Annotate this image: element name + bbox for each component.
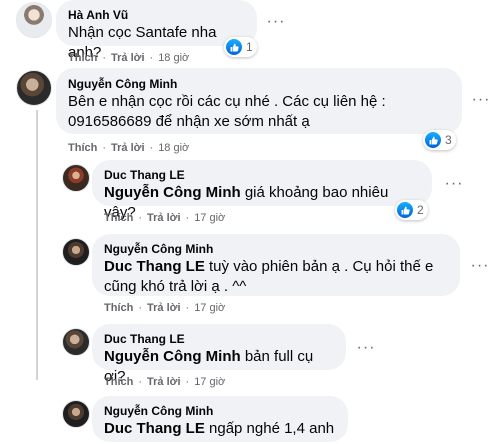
avatar[interactable] — [62, 164, 90, 192]
mention-link[interactable]: Duc Thang LE — [104, 258, 205, 275]
separator: · — [102, 52, 107, 64]
reaction-count[interactable]: 2 — [395, 200, 428, 220]
more-options-icon[interactable]: ··· — [352, 334, 380, 362]
avatar[interactable] — [62, 400, 90, 428]
separator: · — [138, 376, 143, 388]
avatar[interactable] — [16, 70, 52, 106]
separator: · — [138, 212, 143, 224]
reaction-number: 1 — [246, 40, 253, 54]
reaction-count[interactable]: 3 — [423, 130, 456, 150]
more-options-icon[interactable]: ··· — [467, 86, 495, 114]
reply-actions: Thích · Trả lời · 17 giờ — [104, 302, 225, 314]
reply-text-line: Duc Thang LE tuỳ vào phiên bản ạ . Cụ hỏ… — [104, 257, 448, 277]
reply-button[interactable]: Trả lời — [111, 142, 145, 154]
reply-bubble: Nguyễn Công Minh Duc Thang LE tuỳ vào ph… — [92, 234, 460, 296]
reply-text-line: cũng khó trả lời ạ . ^^ — [104, 278, 247, 295]
reply-bubble: Duc Thang LE Nguyễn Công Minh giá khoảng… — [92, 160, 432, 221]
more-options-icon[interactable]: ··· — [262, 8, 290, 36]
reply-button[interactable]: Trả lời — [111, 52, 145, 64]
comment-author[interactable]: Nguyễn Công Minh — [68, 76, 450, 92]
comment-bubble: Nguyễn Công Minh Bên e nhận cọc rồi các … — [56, 68, 462, 134]
reply-body: tuỳ vào phiên bản ạ . Cụ hỏi thế e — [209, 258, 434, 275]
like-button[interactable]: Thích — [68, 142, 97, 154]
mention-link[interactable]: Duc Thang LE — [104, 420, 205, 437]
reply-actions: Thích · Trả lời · 17 giờ — [104, 212, 225, 224]
reply-text: Duc Thang LE ngấp nghé 1,4 anh ạ — [104, 419, 336, 444]
reply-author[interactable]: Duc Thang LE — [104, 331, 334, 347]
comment-actions: Thích · Trả lời · 18 giờ — [68, 142, 189, 154]
timestamp[interactable]: 17 giờ — [194, 376, 225, 388]
reply-button[interactable]: Trả lời — [147, 302, 181, 314]
reaction-number: 2 — [417, 203, 424, 217]
like-reaction-icon — [425, 132, 441, 148]
separator: · — [102, 142, 107, 154]
separator: · — [185, 302, 190, 314]
comment-author[interactable]: Hà Anh Vũ — [68, 7, 245, 23]
timestamp[interactable]: 17 giờ — [194, 212, 225, 224]
like-reaction-icon — [397, 202, 413, 218]
reaction-number: 3 — [445, 133, 452, 147]
separator: · — [185, 212, 190, 224]
separator: · — [138, 302, 143, 314]
comment-actions: Thích · Trả lời · 18 giờ — [68, 52, 189, 64]
reply-bubble: Nguyễn Công Minh Duc Thang LE ngấp nghé … — [92, 396, 348, 444]
more-options-icon[interactable]: ··· — [440, 170, 468, 198]
reaction-count[interactable]: 1 — [224, 37, 257, 57]
avatar[interactable] — [62, 238, 90, 266]
reply-button[interactable]: Trả lời — [147, 376, 181, 388]
comment-text-line: Bên e nhận cọc rồi các cụ nhé . Các cụ l… — [68, 93, 386, 110]
more-options-icon[interactable]: ··· — [466, 252, 494, 280]
comment-text-line: 0916586689 để nhận xe sớm nhất ạ — [68, 113, 310, 130]
reply-author[interactable]: Duc Thang LE — [104, 167, 420, 183]
avatar[interactable] — [16, 2, 52, 38]
separator: · — [185, 376, 190, 388]
like-reaction-icon — [226, 39, 242, 55]
avatar[interactable] — [62, 328, 90, 356]
like-button[interactable]: Thích — [104, 212, 133, 224]
reply-author[interactable]: Nguyễn Công Minh — [104, 241, 448, 257]
timestamp[interactable]: 18 giờ — [158, 52, 189, 64]
mention-link[interactable]: Nguyễn Công Minh — [104, 348, 241, 365]
timestamp[interactable]: 17 giờ — [194, 302, 225, 314]
like-button[interactable]: Thích — [104, 376, 133, 388]
like-button[interactable]: Thích — [68, 52, 97, 64]
separator: · — [149, 52, 154, 64]
reply-author[interactable]: Nguyễn Công Minh — [104, 403, 336, 419]
reply-bubble: Duc Thang LE Nguyễn Công Minh bản full c… — [92, 324, 346, 385]
reply-actions: Thích · Trả lời · 17 giờ — [104, 376, 225, 388]
reply-button[interactable]: Trả lời — [147, 212, 181, 224]
thread-line — [36, 110, 38, 380]
mention-link[interactable]: Nguyễn Công Minh — [104, 184, 241, 201]
separator: · — [149, 142, 154, 154]
like-button[interactable]: Thích — [104, 302, 133, 314]
timestamp[interactable]: 18 giờ — [158, 142, 189, 154]
